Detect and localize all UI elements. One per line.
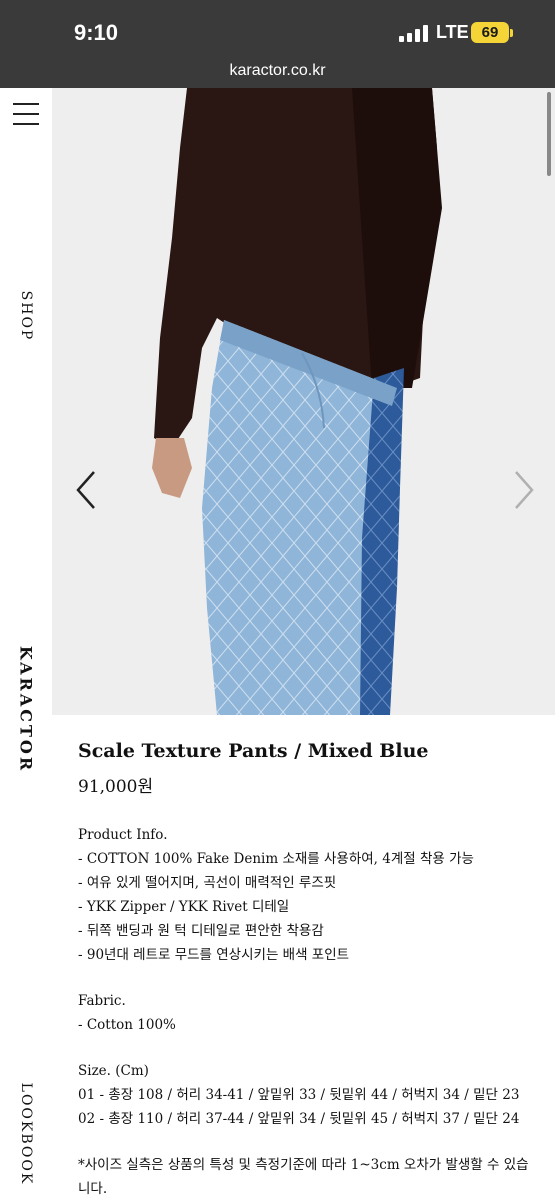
size-section: Size. (Cm) 01 - 총장 108 / 허리 34-41 / 앞밑위 … [78,1059,538,1131]
url-bar[interactable]: karactor.co.kr [0,58,555,88]
status-bar: 9:10 LTE 69 [0,0,555,58]
signal-icon [399,24,428,42]
chevron-right-icon[interactable] [510,468,538,512]
chevron-left-icon[interactable] [72,468,100,512]
info-heading: Product Info. [78,827,168,843]
fabric-section: Fabric. - Cotton 100% [78,989,538,1037]
product-photo-illustration [52,88,555,715]
product-info-section: Product Info. - COTTON 100% Fake Denim 소… [78,823,538,967]
side-nav: SHOP KARACTOR LOOKBOOK [0,88,52,1200]
info-line: - 여유 있게 떨어지며, 곡선이 매력적인 루즈핏 [78,875,337,891]
size-note: *사이즈 실측은 상품의 특성 및 측정기준에 따라 1~3cm 오차가 발생할… [78,1157,529,1197]
fabric-heading: Fabric. [78,993,126,1009]
battery-tip [510,29,513,37]
size-heading: Size. (Cm) [78,1063,149,1079]
product-details: Scale Texture Pants / Mixed Blue 91,000원… [78,740,538,1201]
fabric-line: - Cotton 100% [78,1017,176,1033]
info-line: - 90년대 레트로 무드를 연상시키는 배색 포인트 [78,947,350,963]
battery-icon: 69 [471,22,509,43]
product-image [52,88,555,715]
brand-logo-link[interactable]: KARACTOR [17,646,36,773]
info-line: - 뒤쪽 밴딩과 원 턱 디테일로 편안한 착용감 [78,923,324,939]
size-line: 02 - 총장 110 / 허리 37-44 / 앞밑위 34 / 뒷밑위 45… [78,1111,520,1127]
nav-shop-link[interactable]: SHOP [18,291,34,342]
product-price: 91,000원 [78,777,154,797]
size-line: 01 - 총장 108 / 허리 34-41 / 앞밑위 33 / 뒷밑위 44… [78,1087,520,1103]
status-time: 9:10 [74,20,119,45]
hamburger-icon[interactable] [13,103,39,125]
info-line: - YKK Zipper / YKK Rivet 디테일 [78,899,290,915]
product-title: Scale Texture Pants / Mixed Blue [78,740,429,762]
url-text: karactor.co.kr [229,62,326,79]
nav-lookbook-link[interactable]: LOOKBOOK [18,1083,34,1186]
info-line: - COTTON 100% Fake Denim 소재를 사용하여, 4계절 착… [78,851,474,867]
page-scrollbar[interactable] [547,92,551,176]
network-type: LTE [436,22,469,42]
